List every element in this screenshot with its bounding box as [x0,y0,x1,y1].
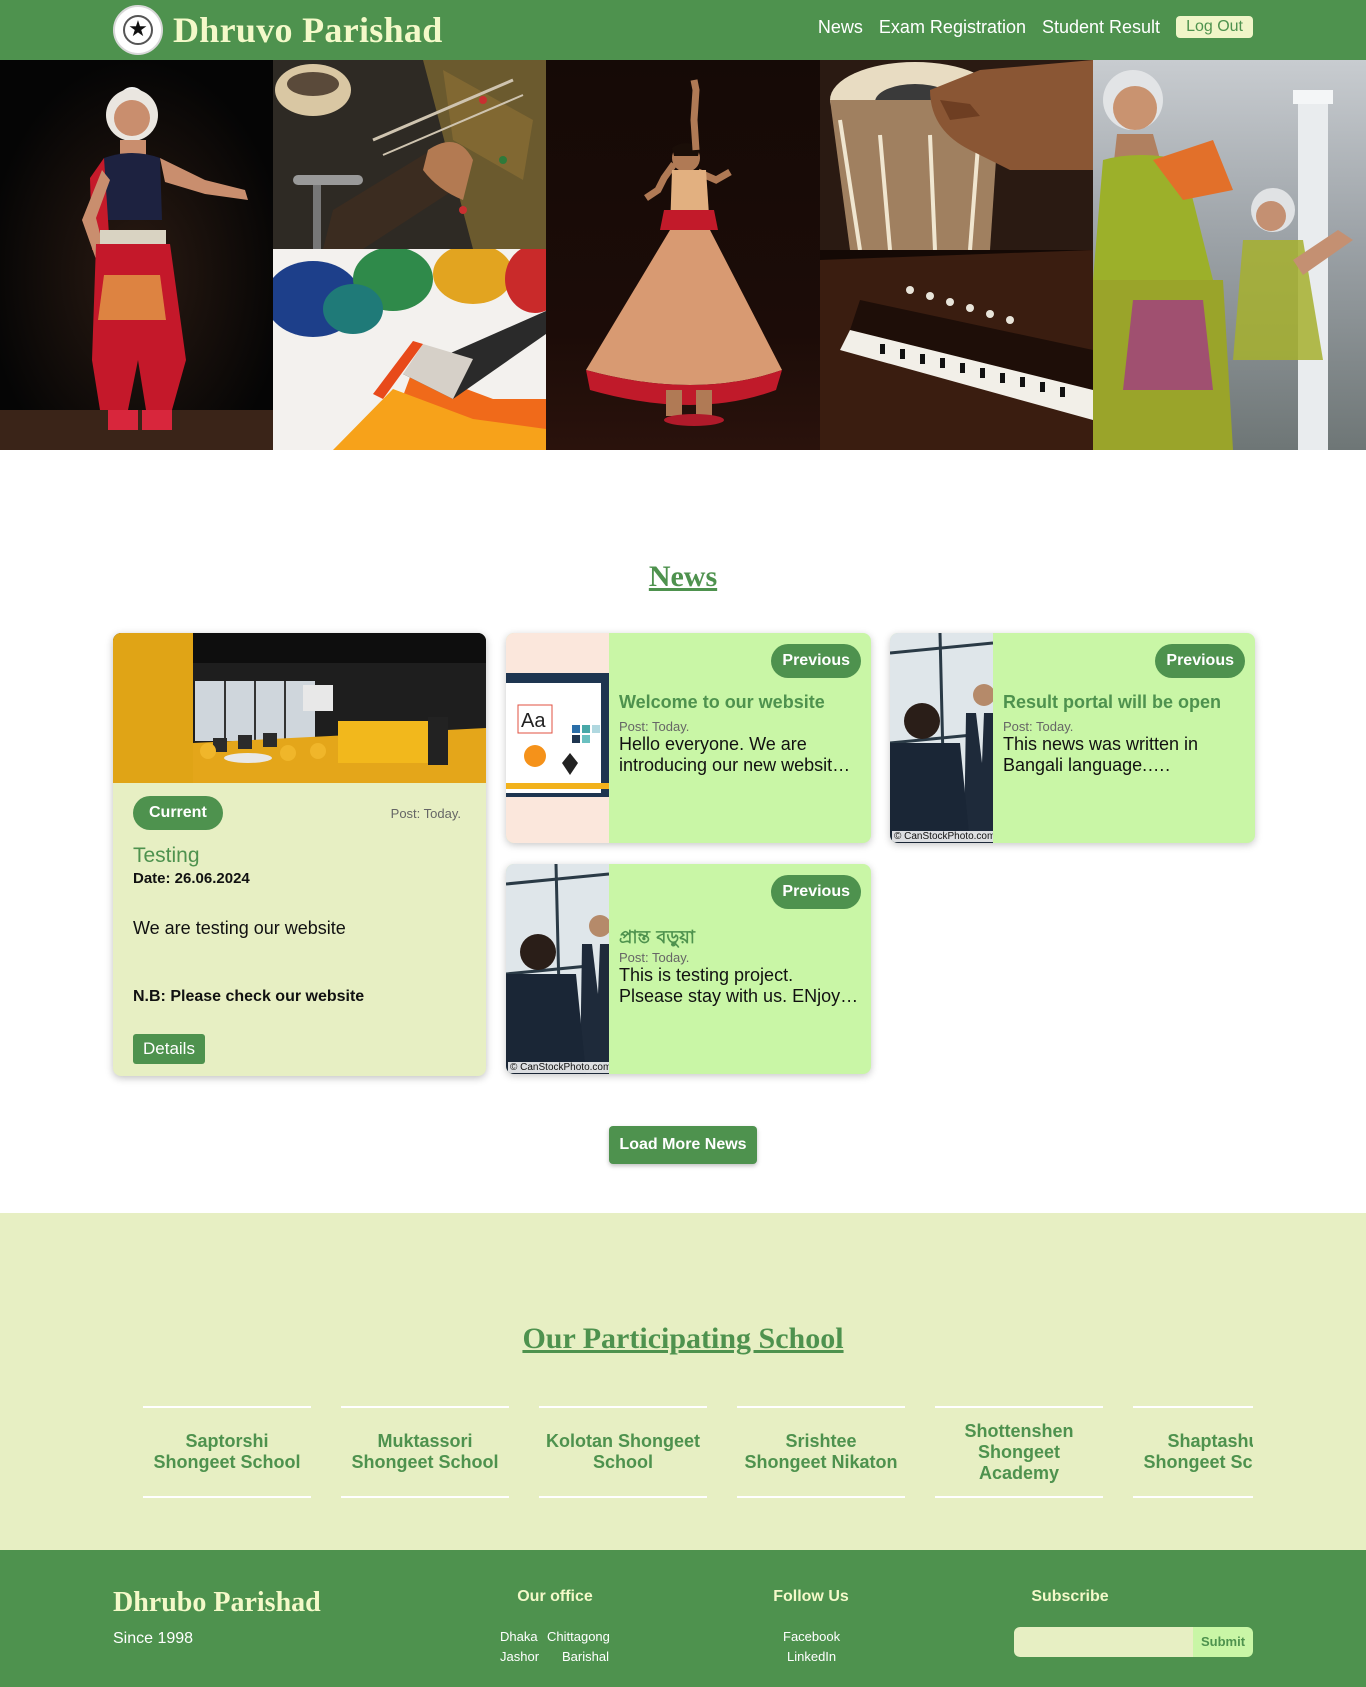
footer: Dhrubo Parishad Since 1998 Our office Dh… [0,1550,1366,1687]
schools-heading: Our Participating School [522,1322,844,1355]
news-card-result-portal[interactable]: © CanStockPhoto.com Previous Result port… [890,633,1255,843]
school-item[interactable]: Srishtee Shongeet Nikaton [737,1406,905,1498]
featured-news-card: Current Post: Today. Testing Date: 26.06… [113,633,486,1076]
photo-credit: © CanStockPhoto.com [892,831,993,842]
current-badge: Current [133,796,223,830]
featured-news-title: Testing [133,844,200,867]
photo-credit: © CanStockPhoto.com [508,1062,609,1073]
subscribe-heading: Subscribe [1031,1588,1109,1605]
previous-badge: Previous [771,644,861,678]
star-icon: ★ [128,17,148,42]
facebook-link[interactable]: Facebook [783,1629,840,1644]
navbar: ★ Dhruvo Parishad News Exam Registration… [0,0,1366,60]
footer-since: Since 1998 [113,1630,194,1647]
previous-badge: Previous [1155,644,1245,678]
featured-news-body: We are testing our website [133,918,346,938]
nav-link-exam-registration[interactable]: Exam Registration [879,17,1026,38]
featured-news-date: Date: 26.06.2024 [133,870,250,887]
nav-links: News Exam Registration Student Result Lo… [802,16,1253,38]
schools-section [0,1213,1366,1550]
news-card-bangla[interactable]: © CanStockPhoto.com Previous প্রান্ত বড়… [506,864,871,1074]
business-meeting-image: © CanStockPhoto.com [506,864,609,1074]
news-excerpt: Hello everyone. We are introducing our n… [619,734,851,775]
nav-link-student-result[interactable]: Student Result [1042,17,1160,38]
follow-heading: Follow Us [773,1588,849,1605]
hero-odissi-duo-image [1093,60,1366,450]
design-illustration-image: Aa [506,633,609,843]
brand[interactable]: ★ Dhruvo Parishad [113,5,443,55]
office-link-barishal[interactable]: Barishal [562,1649,609,1664]
hero-collage [0,60,1366,450]
news-post-date: Post: Today. [1003,719,1074,734]
office-link-chittagong[interactable]: Chittagong [547,1629,610,1644]
news-heading: News [648,560,718,593]
brand-name: Dhruvo Parishad [173,10,443,50]
svg-text:Aa: Aa [521,710,546,732]
hero-sitar-tile [273,60,546,249]
news-excerpt: This is testing project. Plsease stay wi… [619,965,859,1006]
logout-button[interactable]: Log Out [1176,16,1253,38]
subscribe-email-input[interactable] [1014,1627,1194,1657]
featured-post-date: Post: Today. [390,806,461,821]
business-meeting-image: © CanStockPhoto.com [890,633,993,843]
school-item[interactable]: Shottenshen Shongeet Academy [935,1406,1103,1498]
office-link-jashor[interactable]: Jashor [500,1649,539,1664]
news-card-welcome[interactable]: Aa Previous Welcome to our website Post:… [506,633,871,843]
news-title: Welcome to our website [619,692,825,712]
schools-carousel: Saptorshi Shongeet School Muktassori Sho… [113,1406,1253,1498]
news-post-date: Post: Today. [619,950,690,965]
load-more-news-button[interactable]: Load More News [609,1126,757,1164]
school-item[interactable]: Muktassori Shongeet School [341,1406,509,1498]
hero-tabla-tile [820,60,1093,250]
logo-emblem: ★ [113,5,163,55]
hero-sitar-and-brush-image [273,60,546,450]
school-item[interactable]: Shaptashur Shongeet School [1133,1406,1253,1498]
featured-news-note: N.B: Please check our website [133,988,365,1005]
office-link-dhaka[interactable]: Dhaka [500,1629,538,1644]
news-excerpt: This news was written in Bangali languag… [1003,734,1199,775]
news-title: Result portal will be open [1003,692,1222,712]
featured-news-image [113,633,486,783]
school-item[interactable]: Kolotan Shongeet School [539,1406,707,1498]
hero-odissi-dancer-image [0,60,273,450]
footer-brand: Dhrubo Parishad [113,1587,321,1618]
hero-tabla-and-harmonium-image [820,60,1093,450]
previous-badge: Previous [771,875,861,909]
nav-link-news[interactable]: News [818,17,863,38]
hero-harmonium-tile [820,250,1093,450]
news-post-date: Post: Today. [619,719,690,734]
office-heading: Our office [517,1588,593,1605]
linkedin-link[interactable]: LinkedIn [787,1649,836,1664]
school-item[interactable]: Saptorshi Shongeet School [143,1406,311,1498]
hero-paintbrush-tile [273,249,546,450]
details-button[interactable]: Details [133,1034,205,1064]
hero-kathak-dancer-image [546,60,820,450]
subscribe-submit-button[interactable]: Submit [1193,1627,1253,1657]
